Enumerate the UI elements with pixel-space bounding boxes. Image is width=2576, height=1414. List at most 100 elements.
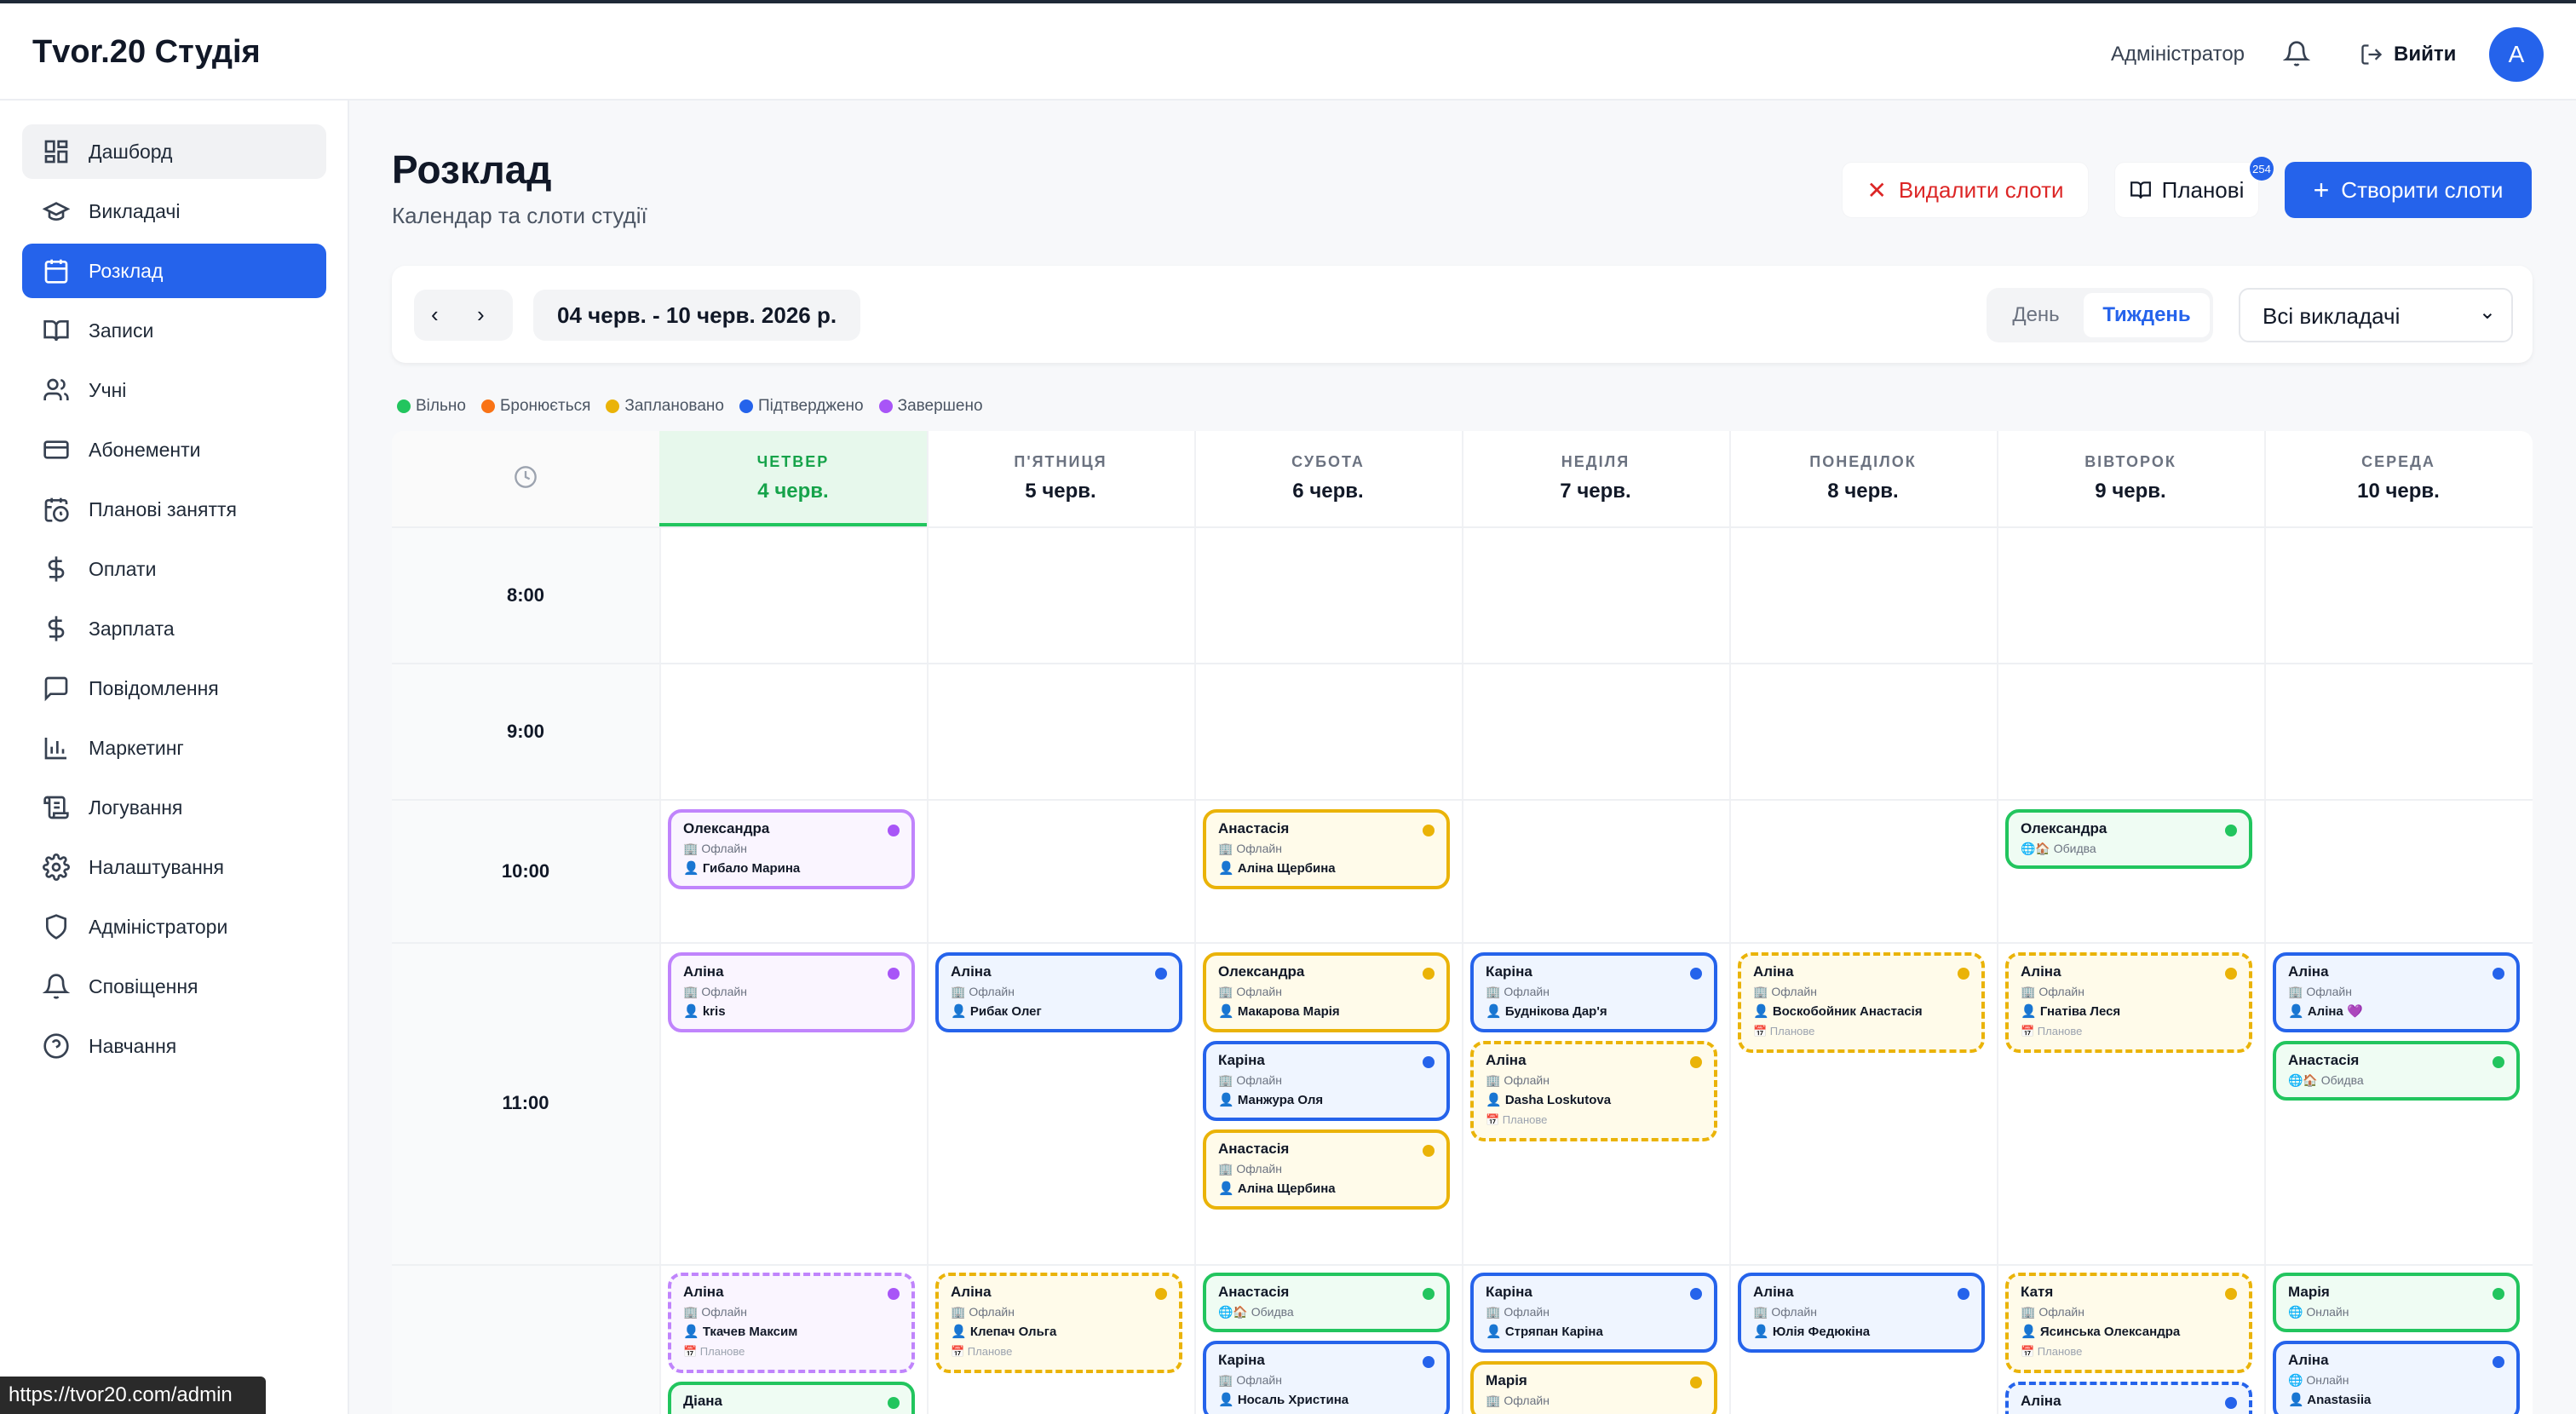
status-dot (1423, 1145, 1435, 1157)
slot-card[interactable]: Олександра 🏢 Офлайн 👤 Гибало Марина (668, 809, 915, 889)
column-divider (2264, 431, 2266, 1414)
status-dot (1958, 968, 1969, 980)
slot-card[interactable]: Каріна 🏢 Офлайн 👤 Стряпан Каріна (1470, 1273, 1717, 1353)
slot-card[interactable]: Аліна 🏢 Офлайн 👤 Dasha Loskutova 📅 Планове (1470, 1041, 1717, 1141)
slot-card[interactable]: Анастасія 🏢 Офлайн 👤 Аліна Щербина (1203, 1129, 1450, 1210)
day-name: СЕРЕДА (2361, 453, 2435, 470)
scroll-icon (43, 796, 69, 819)
date-range-label[interactable]: 04 черв. - 10 черв. 2026 р. (533, 290, 861, 341)
sidebar-item-marketing[interactable]: Маркетинг (22, 721, 326, 775)
slot-teacher: Каріна (1218, 1052, 1265, 1068)
slot-card[interactable]: Діана (668, 1382, 915, 1414)
sidebar-item-learning[interactable]: Навчання (22, 1019, 326, 1073)
day-date: 5 черв. (1025, 480, 1096, 503)
page-subtitle: Календар та слоти студії (392, 203, 647, 228)
sidebar-item-schedule[interactable]: Розклад (22, 244, 326, 298)
legend-item: Завершено (878, 397, 983, 416)
legend-dot (397, 399, 411, 413)
planned-label: Планові (2161, 176, 2245, 203)
slot-card[interactable]: Анастасія 🌐🏠 Обидва (2273, 1041, 2520, 1101)
day-header[interactable]: НЕДІЛЯ 7 черв. (1462, 431, 1729, 526)
sidebar-item-label: Планові заняття (89, 497, 237, 520)
sidebar-item-logging[interactable]: Логування (22, 780, 326, 835)
slot-mode: 🏢 Офлайн (1218, 842, 1282, 855)
graduation-cap-icon (43, 202, 70, 221)
day-header[interactable]: ПОНЕДІЛОК 8 черв. (1729, 431, 1997, 526)
logout-button[interactable]: Вийти (2394, 43, 2456, 66)
sidebar-item-settings[interactable]: Налаштування (22, 840, 326, 894)
dollar-icon (48, 616, 65, 641)
slot-card[interactable]: Аліна 🏢 Офлайн 👤 kris (668, 952, 915, 1032)
slot-card[interactable]: Аліна 🏢 Офлайн 👤 Воскобойник Анастасія 📅 Пл… (1738, 952, 1985, 1053)
slot-teacher: Марія (1486, 1372, 1527, 1388)
slot-card[interactable]: Марія 🏢 Офлайн (1470, 1361, 1717, 1414)
slot-card[interactable]: Каріна 🏢 Офлайн 👤 Буднікова Дар'я (1470, 952, 1717, 1032)
sidebar-item-payments[interactable]: Оплати (22, 542, 326, 596)
slot-mode: 🏢 Офлайн (1753, 985, 1817, 998)
chevron-right-icon[interactable]: › (477, 302, 485, 328)
sidebar-item-messages[interactable]: Повідомлення (22, 661, 326, 716)
teacher-select[interactable]: Всі викладачі ⌄ (2239, 288, 2513, 342)
slot-card[interactable]: Аліна (2005, 1382, 2252, 1414)
sidebar-item-dashboard[interactable]: Дашборд (22, 124, 326, 179)
legend-item: Вільно (397, 397, 466, 416)
slot-card[interactable]: Аліна 🏢 Офлайн 👤 Гнатіва Леся 📅 Планове (2005, 952, 2252, 1053)
slot-card[interactable]: Анастасія 🌐🏠 Обидва (1203, 1273, 1450, 1332)
sidebar-item-label: Зарплата (89, 617, 175, 640)
sidebar-item-teachers[interactable]: Викладачі (22, 184, 326, 239)
slot-card[interactable]: Катя 🏢 Офлайн 👤 Ясинська Олександра 📅 Плано… (2005, 1273, 2252, 1373)
day-date: 9 черв. (2095, 480, 2166, 503)
book-open-icon (2130, 181, 2151, 198)
bell-icon (43, 974, 70, 999)
view-week-button[interactable]: Тиждень (2084, 293, 2210, 337)
create-slots-button[interactable]: + Створити слоти (2285, 162, 2532, 218)
sidebar-item-salary[interactable]: Зарплата (22, 601, 326, 656)
status-dot (1690, 1377, 1702, 1388)
day-header[interactable]: ЧЕТВЕР 4 черв. (659, 431, 927, 526)
chevron-left-icon[interactable]: ‹ (431, 302, 439, 328)
slot-card[interactable]: Анастасія 🏢 Офлайн 👤 Аліна Щербина (1203, 809, 1450, 889)
sidebar-item-planned-lessons[interactable]: Планові заняття (22, 482, 326, 537)
sidebar-item-label: Адміністратори (89, 915, 228, 938)
slot-card[interactable]: Олександра 🏢 Офлайн 👤 Макарова Марія (1203, 952, 1450, 1032)
avatar[interactable]: A (2489, 27, 2544, 82)
slot-card[interactable]: Аліна 🏢 Офлайн 👤 Юлія Федюкіна (1738, 1273, 1985, 1353)
slot-card[interactable]: Аліна 🌐 Онлайн 👤 Anastasiia (2273, 1341, 2520, 1414)
slot-card[interactable]: Олександра 🌐🏠 Обидва (2005, 809, 2252, 869)
sidebar-item-students[interactable]: Учні (22, 363, 326, 417)
calendar-icon (44, 259, 68, 284)
column-divider (927, 431, 929, 1414)
slot-student: 👤 Макарова Марія (1218, 1004, 1340, 1019)
slot-teacher: Анастасія (2288, 1052, 2360, 1068)
planned-button[interactable]: Планові (2114, 162, 2259, 218)
delete-slots-button[interactable]: ✕ Видалити слоти (1842, 162, 2089, 218)
slot-card[interactable]: Аліна 🏢 Офлайн 👤 Ткачев Максим 📅 Планове (668, 1273, 915, 1373)
slot-card[interactable]: Каріна 🏢 Офлайн 👤 Носаль Христина (1203, 1341, 1450, 1414)
sidebar-item-subscriptions[interactable]: Абонементи (22, 422, 326, 477)
slot-card[interactable]: Каріна 🏢 Офлайн 👤 Манжура Оля (1203, 1041, 1450, 1121)
day-header[interactable]: СУБОТА 6 черв. (1194, 431, 1462, 526)
day-header[interactable]: П'ЯТНИЦЯ 5 черв. (927, 431, 1194, 526)
chevron-down-icon: ⌄ (2478, 301, 2496, 324)
sidebar-item-admins[interactable]: Адміністратори (22, 900, 326, 954)
logout-icon[interactable] (2360, 43, 2383, 71)
status-legend: Вільно Бронюється Заплановано Підтвердже… (397, 397, 983, 416)
sidebar-item-bookings[interactable]: Записи (22, 303, 326, 358)
row-divider (392, 1264, 2533, 1266)
sidebar-item-label: Повідомлення (89, 676, 219, 699)
slot-mode: 🌐 Онлайн (2288, 1373, 2349, 1387)
day-header[interactable]: ВІВТОРОК 9 черв. (1997, 431, 2264, 526)
slot-card[interactable]: Аліна 🏢 Офлайн 👤 Клепач Ольга 📅 Планове (935, 1273, 1182, 1373)
sidebar: Дашборд Викладачі Розклад Записи Учні Аб… (0, 101, 349, 1414)
slot-card[interactable]: Аліна 🏢 Офлайн 👤 Аліна 💜 (2273, 952, 2520, 1032)
bell-icon[interactable] (2282, 39, 2311, 72)
status-dot (1690, 968, 1702, 980)
sidebar-item-notifications[interactable]: Сповіщення (22, 959, 326, 1014)
day-header[interactable]: СЕРЕДА 10 черв. (2264, 431, 2533, 526)
slot-teacher: Анастасія (1218, 1141, 1290, 1157)
slot-card[interactable]: Аліна 🏢 Офлайн 👤 Рибак Олег (935, 952, 1182, 1032)
time-label: 11:00 (502, 1092, 549, 1113)
day-name: ПОНЕДІЛОК (1809, 453, 1917, 470)
slot-card[interactable]: Марія 🌐 Онлайн (2273, 1273, 2520, 1332)
view-day-button[interactable]: День (1987, 288, 2085, 342)
